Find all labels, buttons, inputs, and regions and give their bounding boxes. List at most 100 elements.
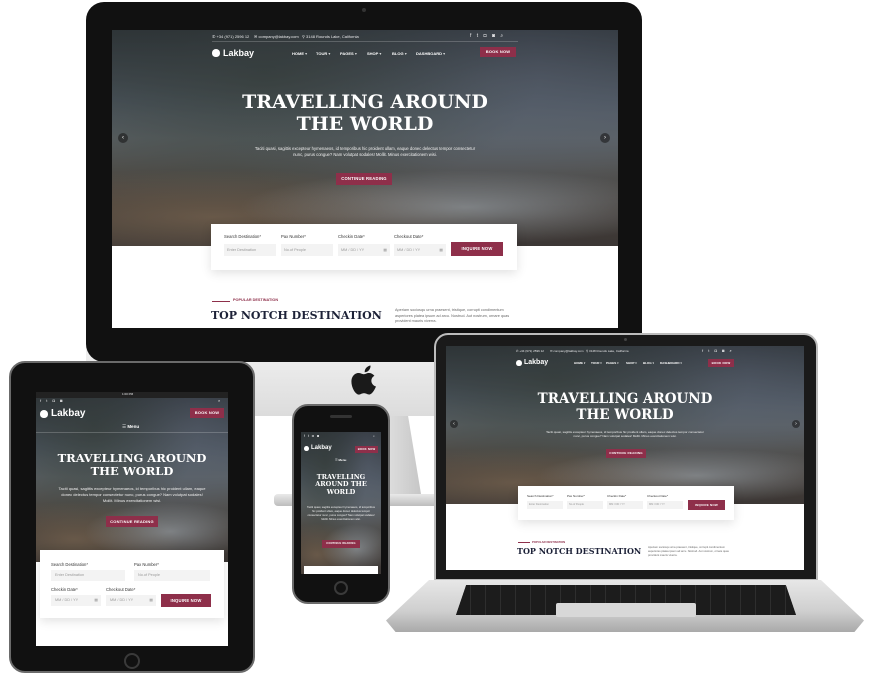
nav-home[interactable]: HOME ▾: [292, 51, 307, 56]
search-destination-label: Search Destination*: [224, 234, 262, 239]
chevron-left-icon[interactable]: ‹: [450, 420, 458, 428]
checkout-date-input[interactable]: MM / DD / YY ▦: [106, 595, 156, 606]
nav-blog[interactable]: BLOG ▾: [392, 51, 407, 56]
checkin-date-input[interactable]: MM / DD / YY: [607, 501, 643, 509]
hero-title: TRAVELLING AROUND THE WORLD: [537, 391, 713, 423]
nav-tour[interactable]: TOUR ▾: [316, 51, 330, 56]
pax-number-label: Pax Number*: [281, 234, 306, 239]
search-destination-input[interactable]: Enter Destination: [224, 244, 276, 256]
nav-dashboard[interactable]: DASHBOARD ▾: [416, 51, 445, 56]
pax-number-input[interactable]: No.of People: [134, 570, 210, 581]
menu-toggle[interactable]: ☰ Menu: [335, 458, 346, 462]
search-destination-label: Search Destination*: [51, 562, 89, 567]
section-sub-divider: [212, 301, 230, 302]
menu-divider: [36, 432, 228, 433]
logo-icon: [304, 445, 309, 451]
nav-dashboard[interactable]: DASHBOARD ▾: [660, 361, 682, 365]
site-logo[interactable]: Lakbay: [40, 408, 85, 419]
chevron-right-icon[interactable]: ›: [792, 420, 800, 428]
checkin-date-label: Checkin Date*: [607, 494, 627, 498]
phone-home-button[interactable]: [334, 581, 348, 595]
topbar-divider: [212, 41, 518, 42]
checkin-date-input[interactable]: MM / DD / YY ▦: [338, 244, 390, 256]
checkout-date-input[interactable]: MM / DD / YY: [647, 501, 683, 509]
calendar-icon: ▦: [383, 248, 387, 252]
contact-address: ⚲ 3148 Rounds Lake, California: [302, 34, 359, 39]
contact-phone: ✆ +34 (971) 2596 12: [516, 349, 544, 353]
nav-tour[interactable]: TOUR ▾: [591, 361, 602, 365]
nav-blog[interactable]: BLOG ▾: [643, 361, 654, 365]
social-icons[interactable]: f t ◘ ◙ ⌕: [702, 348, 734, 353]
tablet-screen: 1:00 PM f t ◘ ◙ ⌕ Lakbay BOOK NOW ☰ Menu…: [36, 392, 228, 646]
calendar-icon: ▦: [94, 598, 98, 602]
logo-icon: [212, 49, 220, 57]
search-icon[interactable]: ⌕: [373, 434, 375, 438]
hero-background: [446, 346, 804, 504]
brand-name: Lakbay: [311, 445, 332, 451]
phone-speaker: [330, 415, 352, 418]
continue-reading-button[interactable]: CONTINUE READING: [336, 173, 392, 185]
site-logo[interactable]: Lakbay: [212, 48, 254, 58]
social-icons[interactable]: f t ◘ ◙: [304, 434, 320, 438]
brand-name: Lakbay: [524, 359, 549, 366]
inquire-now-button[interactable]: INQUIRE NOW: [451, 242, 503, 256]
book-now-button[interactable]: BOOK NOW: [708, 359, 734, 367]
inquire-now-button[interactable]: INQUIRE NOW: [161, 594, 211, 607]
pax-number-input[interactable]: No.of People: [567, 501, 603, 509]
search-destination-input[interactable]: Enter Destination: [527, 501, 563, 509]
imac-screen: ✆ +34 (971) 2596 12 ✉ company@lakbay.com…: [112, 30, 618, 328]
inquire-now-button[interactable]: INQUIRE NOW: [688, 500, 725, 510]
checkout-date-label: Checkout Date*: [106, 587, 136, 592]
book-now-button[interactable]: BOOK NOW: [190, 408, 224, 418]
book-now-button[interactable]: BOOK NOW: [355, 446, 378, 453]
nav-shop[interactable]: SHOP ▾: [367, 51, 381, 56]
imac-camera: [362, 8, 366, 12]
social-icons[interactable]: f t ◘ ◙ ⌕: [470, 33, 505, 39]
social-icons[interactable]: f t ◘ ◙: [40, 398, 64, 403]
contact-address: ⚲ 3148 Rounds Lake, California: [586, 349, 629, 353]
checkout-date-input[interactable]: MM / DD / YY ▦: [394, 244, 446, 256]
search-destination-label: Search Destination*: [527, 494, 554, 498]
search-icon[interactable]: ⌕: [218, 398, 220, 403]
nav-shop[interactable]: SHOP ▾: [626, 361, 637, 365]
continue-reading-button[interactable]: CONTINUE READING: [106, 516, 158, 527]
pax-number-input[interactable]: No.of People: [281, 244, 333, 256]
checkin-date-input[interactable]: MM / DD / YY ▦: [51, 595, 101, 606]
section-title: TOP NOTCH DESTINATION: [517, 546, 642, 556]
book-now-button[interactable]: BOOK NOW: [480, 47, 516, 57]
brand-name: Lakbay: [51, 408, 86, 419]
nav-pages[interactable]: PAGES ▾: [606, 361, 619, 365]
site-logo[interactable]: Lakbay: [304, 445, 332, 451]
continue-reading-button[interactable]: CONTINUE READING: [322, 540, 360, 548]
pax-number-label: Pax Number*: [567, 494, 585, 498]
checkout-date-label: Checkout Date*: [394, 234, 424, 239]
search-destination-input[interactable]: Enter Destination: [51, 570, 125, 581]
hero-background: [112, 30, 618, 246]
chevron-right-icon[interactable]: ›: [600, 133, 610, 143]
nav-pages[interactable]: PAGES ▾: [340, 51, 357, 56]
hero-title: TRAVELLING AROUND THE WORLD: [315, 473, 367, 496]
booking-form: Search Destination* Enter Destination Pa…: [518, 486, 734, 520]
section-subtitle: POPULAR DESTINATION: [532, 540, 566, 544]
tablet-home-button[interactable]: [124, 653, 140, 669]
calendar-icon: ▦: [439, 248, 443, 252]
checkin-date-label: Checkin Date*: [338, 234, 365, 239]
hero-text: Taciti quasi, sagittis excepteur hymenae…: [58, 486, 206, 503]
menu-icon: ☰: [122, 424, 127, 429]
continue-reading-button[interactable]: CONTINUE READING: [606, 449, 646, 458]
booking-form: Search Destination* Enter Destination Pa…: [211, 224, 517, 270]
chevron-left-icon[interactable]: ‹: [118, 133, 128, 143]
apple-logo-icon: [350, 362, 380, 396]
contact-email[interactable]: ✉ company@lakbay.com: [254, 34, 299, 39]
menu-icon: ☰: [335, 458, 338, 462]
section-text: Aperiam sociosqu urna praesent, tristiqu…: [395, 308, 510, 324]
section-title: TOP NOTCH DESTINATION: [211, 309, 382, 322]
nav-home[interactable]: HOME ▾: [574, 361, 585, 365]
booking-form: Search Destination* Enter Destination Pa…: [40, 550, 224, 618]
checkin-date-label: Checkin Date*: [51, 587, 78, 592]
contact-email[interactable]: ✉ company@lakbay.com: [550, 349, 584, 353]
site-logo[interactable]: Lakbay: [516, 359, 548, 366]
hero-text: Taciti quasi, sagittis excepteur hymenae…: [546, 430, 704, 439]
menu-toggle[interactable]: ☰ Menu: [122, 424, 139, 430]
logo-icon: [516, 359, 522, 366]
